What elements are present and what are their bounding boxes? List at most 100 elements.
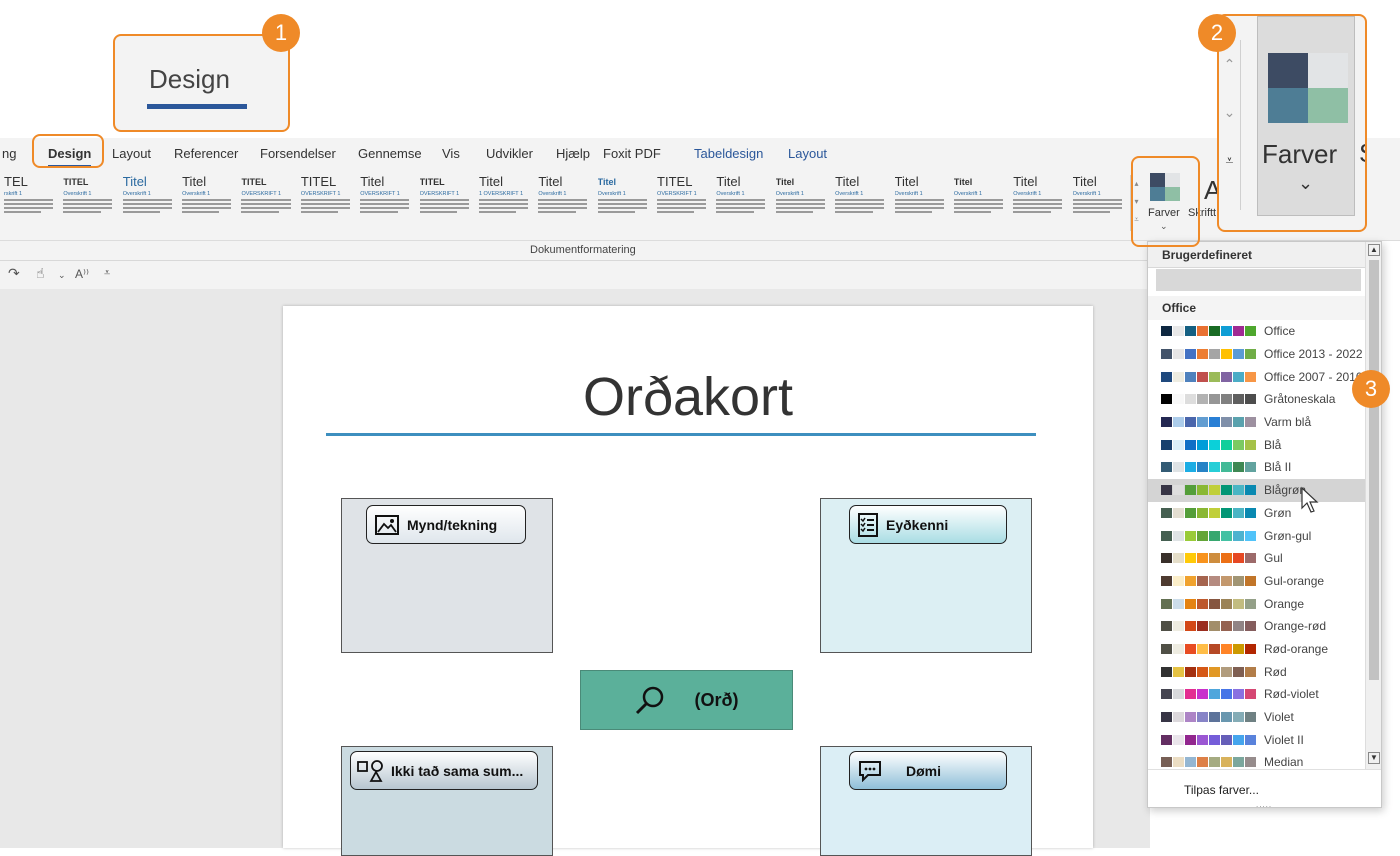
- touch-mode-icon[interactable]: ☝: [36, 265, 45, 282]
- theme-thumbnail[interactable]: TITEL Overskrift 1: [63, 175, 116, 231]
- theme-text-line: [1072, 203, 1122, 205]
- theme-thumbnail[interactable]: Titel Overskrift 1: [1013, 175, 1066, 231]
- tab-foxit-pdf[interactable]: Foxit PDF: [603, 146, 661, 161]
- theme-text-line: [478, 199, 529, 201]
- color-swatch-strip: [1161, 598, 1256, 609]
- shapes-icon: [357, 759, 383, 782]
- color-swatch: [1185, 689, 1196, 700]
- theme-text-line: [894, 211, 932, 213]
- color-swatch: [1197, 439, 1208, 450]
- color-theme-item[interactable]: Median: [1148, 751, 1365, 770]
- color-theme-item[interactable]: Blå II: [1148, 456, 1365, 479]
- color-swatch: [1209, 326, 1220, 337]
- color-theme-item[interactable]: Grøn: [1148, 502, 1365, 525]
- theme-thumbnail[interactable]: Titel Overskrift 1: [894, 175, 948, 231]
- color-swatch: [1185, 507, 1196, 518]
- theme-thumbnail[interactable]: Titel Overskrift 1: [538, 175, 591, 231]
- color-theme-list: Office Office 2013 - 2022 Office 2007 - 20…: [1148, 320, 1365, 770]
- theme-thumbnail[interactable]: TITEL OVERSKRIFT 1: [241, 175, 294, 231]
- color-swatch: [1209, 643, 1220, 654]
- color-theme-item[interactable]: Rød-violet: [1148, 683, 1365, 706]
- color-theme-item[interactable]: Grøn-gul: [1148, 524, 1365, 547]
- tab-gennemse[interactable]: Gennemse: [358, 146, 422, 161]
- theme-thumbnail[interactable]: Titel Overskrift 1: [597, 175, 651, 231]
- color-theme-item[interactable]: Violet: [1148, 706, 1365, 729]
- card-header-image: Mynd/tekning: [366, 505, 526, 544]
- color-swatch: [1209, 712, 1220, 723]
- color-swatch: [1245, 575, 1256, 586]
- scroll-up-icon[interactable]: ▲: [1368, 244, 1380, 256]
- color-swatch: [1173, 394, 1184, 405]
- color-swatch: [1245, 371, 1256, 382]
- colors-dropdown[interactable]: Brugerdefineret Office Office Office 2013…: [1147, 241, 1382, 809]
- color-swatch: [1209, 439, 1220, 450]
- color-swatch: [1161, 462, 1172, 473]
- scroll-thumb[interactable]: [1369, 260, 1379, 680]
- theme-thumbnail[interactable]: Titel OVERSKRIFT 1: [360, 175, 413, 231]
- color-theme-item[interactable]: Office 2007 - 2010: [1148, 365, 1365, 388]
- color-swatch: [1233, 712, 1244, 723]
- color-swatch: [1173, 462, 1184, 473]
- color-theme-item[interactable]: Office 2013 - 2022: [1148, 343, 1365, 366]
- tab-forsendelser[interactable]: Forsendelser: [260, 146, 336, 161]
- theme-thumbnail[interactable]: Titel Overskrift 1: [716, 175, 769, 231]
- color-swatch: [1233, 575, 1244, 586]
- theme-thumbnail[interactable]: Titel 1 OVERSKRIFT 1: [478, 175, 532, 231]
- theme-thumbnail[interactable]: Titel Overskrift 1: [182, 175, 235, 231]
- tab-udvikler[interactable]: Udvikler: [486, 146, 533, 161]
- color-swatch-strip: [1161, 530, 1256, 541]
- tab-table-layout[interactable]: Layout: [788, 146, 827, 161]
- tab-hjaelp[interactable]: Hjælp: [556, 146, 590, 161]
- read-aloud-icon[interactable]: A⁾⁾: [75, 267, 89, 281]
- color-swatch: [1221, 417, 1232, 428]
- color-theme-item[interactable]: Varm blå: [1148, 411, 1365, 434]
- customize-colors-item[interactable]: Tilpas farver... .....: [1148, 769, 1381, 809]
- theme-thumbnail[interactable]: Titel Overskrift 1: [1072, 175, 1126, 231]
- color-swatch: [1209, 575, 1220, 586]
- color-swatch: [1245, 417, 1256, 428]
- tab-vis[interactable]: Vis: [442, 146, 460, 161]
- color-swatch: [1185, 643, 1196, 654]
- customize-toolbar-icon[interactable]: ⩡: [104, 267, 110, 280]
- chevron-down-icon[interactable]: ⌄: [58, 270, 66, 281]
- zoom-gallery-scroll: ⌃ ⌄ ⩡: [1219, 40, 1241, 210]
- color-theme-item[interactable]: Gul: [1148, 547, 1365, 570]
- color-theme-item[interactable]: Gråtoneskala: [1148, 388, 1365, 411]
- theme-thumbnail[interactable]: Titel Overskrift 1: [835, 175, 888, 231]
- color-swatch: [1233, 394, 1244, 405]
- tab-referencer[interactable]: Referencer: [174, 146, 238, 161]
- color-swatch: [1185, 553, 1196, 564]
- color-theme-item[interactable]: Violet II: [1148, 728, 1365, 751]
- redo-icon[interactable]: ↷: [8, 265, 20, 282]
- theme-thumbnail[interactable]: Titel Overskrift 1: [775, 175, 829, 231]
- color-theme-item[interactable]: Blågrøn: [1148, 478, 1365, 502]
- color-theme-item[interactable]: Orange: [1148, 592, 1365, 615]
- theme-heading: OVERSKRIFT 1: [657, 191, 697, 197]
- tab-partial[interactable]: ng: [2, 146, 16, 161]
- tab-layout[interactable]: Layout: [112, 146, 151, 161]
- color-theme-item[interactable]: Office: [1148, 320, 1365, 343]
- theme-heading: Overskrift 1: [1072, 191, 1101, 197]
- theme-thumbnail[interactable]: Titel Overskrift 1: [122, 175, 176, 231]
- color-theme-item[interactable]: Blå: [1148, 433, 1365, 456]
- document-page[interactable]: Orðakort Mynd/tekning Eyðkenni (Orð) Ikk…: [283, 306, 1093, 856]
- color-theme-item[interactable]: Gul-orange: [1148, 570, 1365, 593]
- theme-thumbnail[interactable]: TITEL OVERSKRIFT 1: [419, 175, 473, 231]
- tab-tabeldesign[interactable]: Tabeldesign: [694, 146, 763, 161]
- theme-thumbnail[interactable]: TITEL OVERSKRIFT 1: [300, 175, 354, 231]
- color-swatch: [1221, 462, 1232, 473]
- dropdown-scrollbar[interactable]: ▲ ▼: [1365, 242, 1381, 769]
- color-swatch: [1161, 621, 1172, 632]
- theme-thumbnail[interactable]: TEL rskrift 1: [4, 175, 57, 231]
- scroll-down-icon[interactable]: ▼: [1368, 752, 1380, 764]
- color-theme-item[interactable]: Rød: [1148, 660, 1365, 683]
- theme-thumbnail[interactable]: TITEL OVERSKRIFT 1: [657, 175, 710, 231]
- theme-thumbnail[interactable]: Titel Overskrift 1: [953, 175, 1007, 231]
- theme-title: Titel: [894, 175, 919, 189]
- color-theme-item[interactable]: Rød-orange: [1148, 638, 1365, 661]
- resize-grip-icon[interactable]: .....: [1256, 800, 1272, 809]
- color-theme-item[interactable]: Orange-rød: [1148, 615, 1365, 638]
- color-swatch: [1209, 507, 1220, 518]
- color-swatch-strip: [1161, 349, 1256, 360]
- theme-text-line: [597, 203, 647, 205]
